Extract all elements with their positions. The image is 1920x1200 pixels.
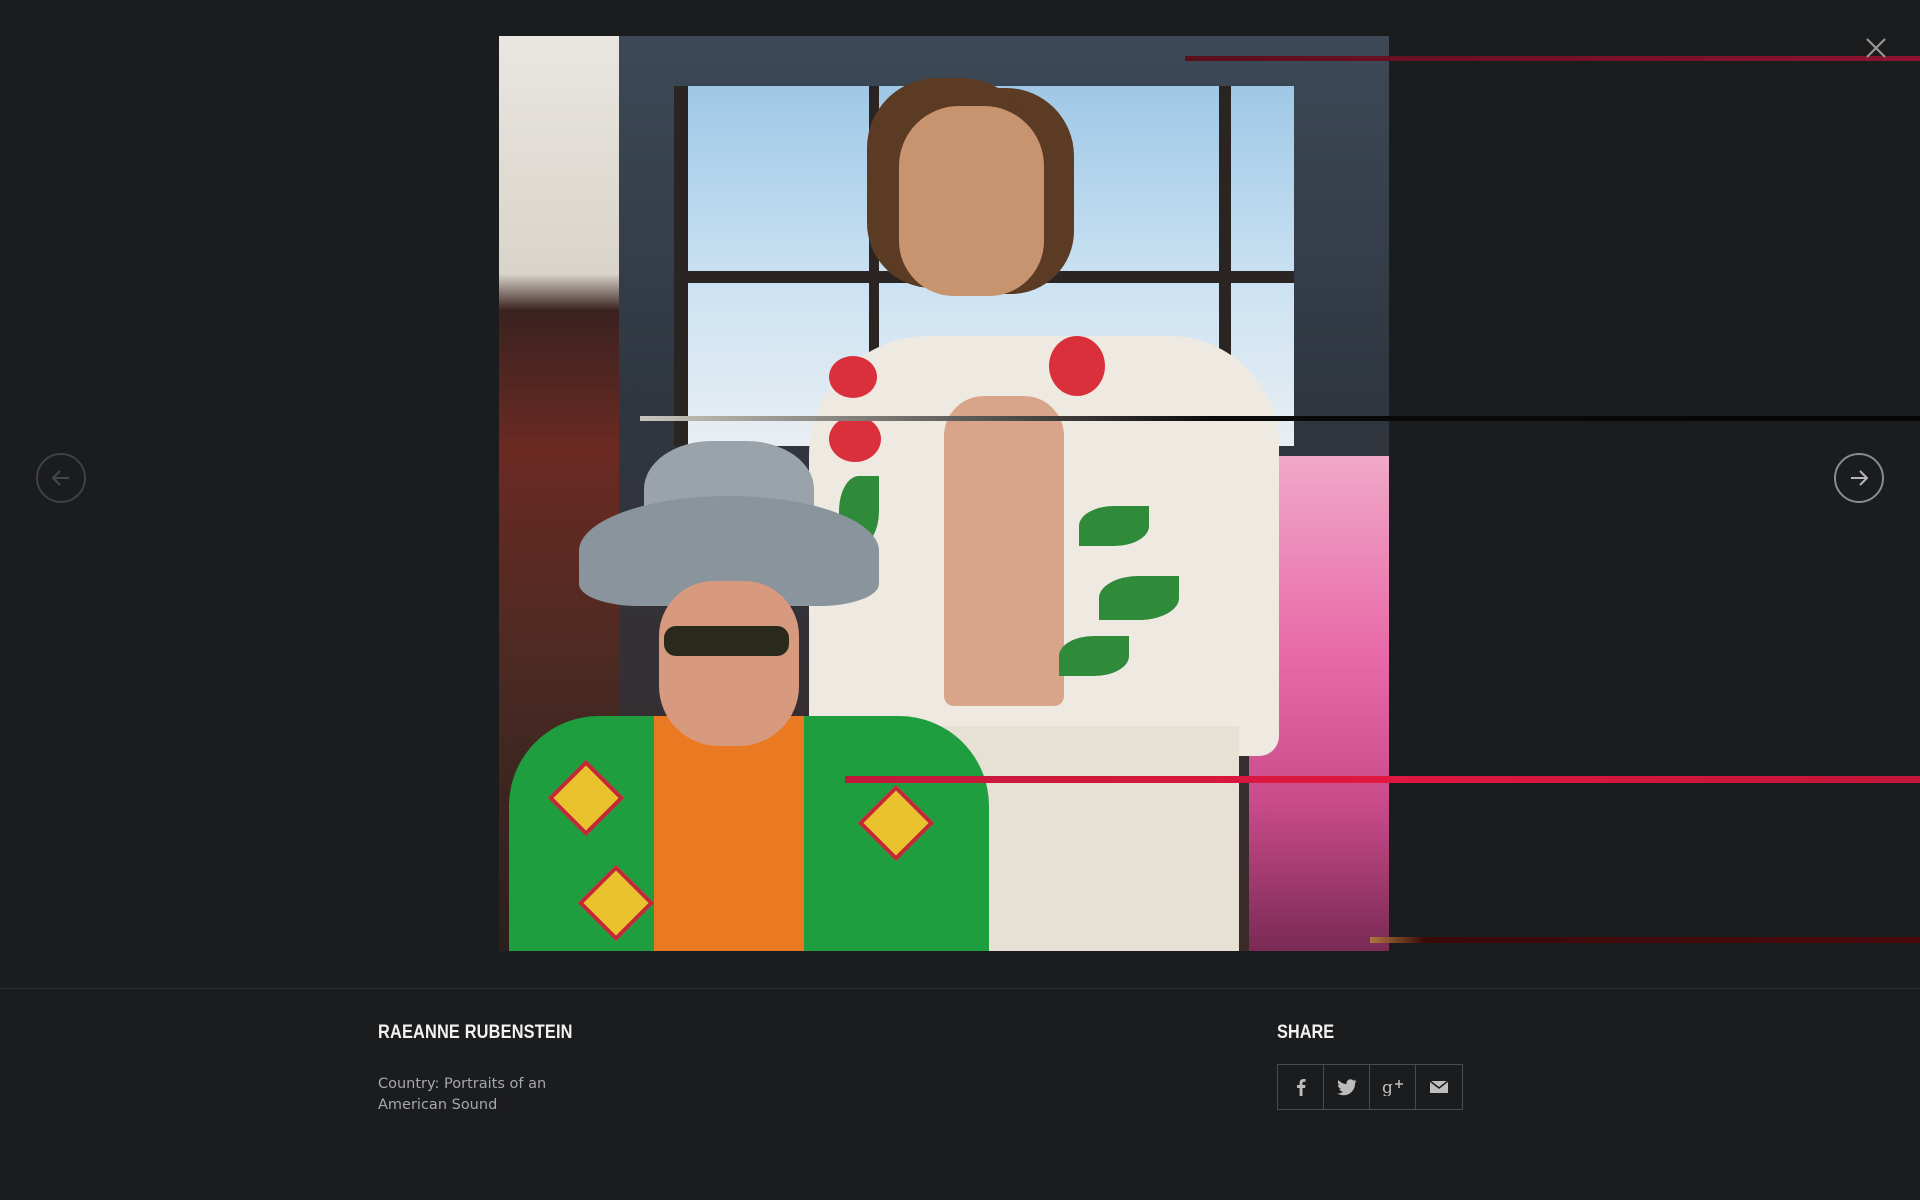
glitch-streak bbox=[1370, 937, 1920, 943]
photo-embroidered-leaf bbox=[1079, 506, 1149, 546]
google-plus-icon: g bbox=[1382, 1078, 1403, 1096]
share-facebook-button[interactable] bbox=[1278, 1065, 1324, 1109]
share-google-plus-button[interactable]: g bbox=[1370, 1065, 1416, 1109]
photo-standing-man-head bbox=[899, 106, 1044, 296]
svg-text:g: g bbox=[1382, 1078, 1393, 1096]
arrow-right-icon bbox=[1851, 470, 1869, 486]
photo-embroidered-flower bbox=[1049, 336, 1105, 396]
photo-window-frame bbox=[674, 86, 688, 446]
share-section: SHARE g bbox=[1277, 1022, 1463, 1110]
twitter-icon bbox=[1336, 1078, 1356, 1095]
photo-sunglasses bbox=[664, 626, 789, 656]
caption-divider bbox=[0, 988, 1920, 989]
next-photo-button[interactable] bbox=[1834, 453, 1884, 503]
photographer-name: RAEANNE RUBENSTEIN bbox=[378, 1022, 573, 1043]
share-email-button[interactable] bbox=[1416, 1065, 1461, 1109]
close-icon bbox=[1866, 38, 1886, 58]
photo-embroidered-flower bbox=[829, 416, 881, 462]
share-title: SHARE bbox=[1277, 1022, 1335, 1043]
gallery-viewer bbox=[0, 0, 1920, 988]
photo-caption: RAEANNE RUBENSTEIN Country: Portraits of… bbox=[378, 1022, 778, 1116]
photo-caption-text: Country: Portraits of an American Sound bbox=[378, 1076, 547, 1113]
photo-chest bbox=[944, 396, 1064, 706]
close-button[interactable] bbox=[1858, 30, 1894, 66]
share-twitter-button[interactable] bbox=[1324, 1065, 1370, 1109]
previous-photo-button[interactable] bbox=[36, 453, 86, 503]
photo-embroidered-leaf bbox=[1059, 636, 1129, 676]
glitch-streak bbox=[845, 776, 1920, 783]
arrow-left-icon bbox=[51, 470, 69, 486]
email-icon bbox=[1429, 1080, 1448, 1093]
photo-embroidered-flower bbox=[829, 356, 877, 398]
gallery-photo bbox=[499, 36, 1389, 951]
photo-orange-shirt bbox=[654, 716, 804, 951]
photo-seated-man-head bbox=[659, 581, 799, 746]
photo-embroidered-leaf bbox=[1099, 576, 1179, 620]
glitch-streak bbox=[1185, 56, 1920, 61]
facebook-icon bbox=[1296, 1079, 1306, 1096]
share-buttons: g bbox=[1277, 1064, 1463, 1110]
glitch-streak bbox=[640, 416, 1920, 421]
